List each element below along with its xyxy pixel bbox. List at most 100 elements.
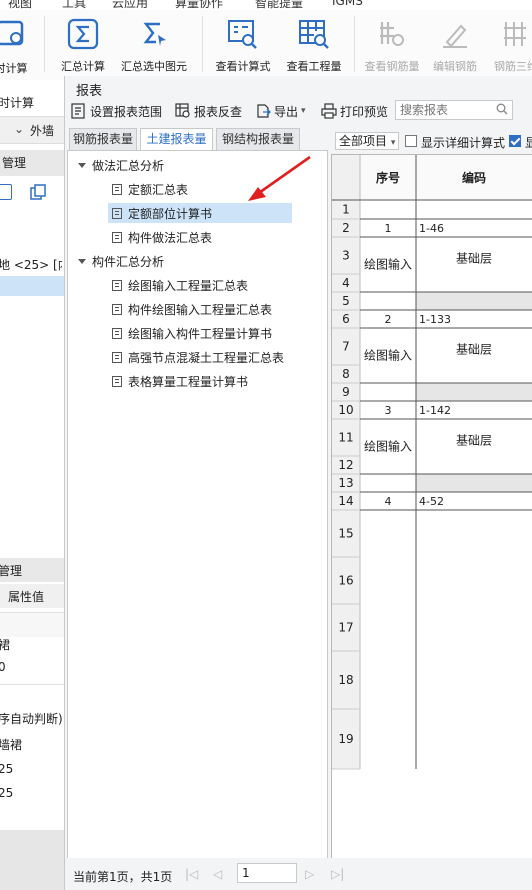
property-row[interactable]: 25 (0, 786, 62, 800)
table-row[interactable]: 6 2 1-133 (332, 310, 451, 328)
edit-rebar-icon (443, 24, 467, 48)
calc-button[interactable]: 时计算 (0, 10, 36, 78)
row-number: 3 (342, 249, 350, 263)
last-page-icon[interactable]: ▷| (331, 867, 344, 881)
view-rebar-icon (380, 22, 404, 46)
first-page-icon[interactable]: |◁ (185, 867, 198, 881)
tree-item[interactable]: 表格算量工程量计算书 (112, 371, 248, 391)
project-select[interactable]: 全部项目 ▾ (335, 132, 399, 150)
table-row[interactable]: 1 (332, 200, 360, 219)
sum-calc-button[interactable]: 汇总计算 (56, 10, 110, 78)
second-checkbox[interactable] (509, 135, 521, 147)
property-row[interactable]: 25 (0, 762, 62, 776)
view-quantity-icon (299, 20, 329, 49)
dialog-title: 报表 (76, 84, 103, 99)
floor-item[interactable]: 地 <25> [内 (0, 256, 62, 273)
table-header (332, 155, 532, 200)
report-doc-icon (112, 183, 122, 195)
property-row[interactable]: 墙裙 (0, 736, 62, 753)
row-number: 15 (338, 527, 353, 541)
show-detail-checkbox[interactable] (405, 135, 417, 147)
manage-title: 管理 (2, 156, 27, 170)
table-row[interactable]: 16 (332, 557, 360, 604)
tab-steel-report[interactable]: 钢结构报表量 (216, 128, 300, 150)
rebar-3d-icon (504, 22, 526, 46)
header-seq: 序号 (376, 170, 400, 185)
dropdown-arrow-icon: ▾ (390, 138, 396, 148)
menu-smart[interactable]: 智能提量 (255, 0, 303, 10)
table-row[interactable]: 15 (332, 510, 360, 557)
menu-igms[interactable]: IGMS (332, 0, 363, 8)
next-page-icon[interactable]: ▷ (305, 867, 314, 881)
tree-item[interactable]: 定额汇总表 (112, 179, 188, 199)
sigma-select-icon (143, 22, 166, 46)
table-row[interactable]: 18 (332, 651, 360, 709)
table-row[interactable]: 17 (332, 604, 360, 651)
table-row[interactable]: 7 (332, 328, 360, 365)
prev-page-icon[interactable]: ◁ (213, 867, 222, 881)
report-doc-icon (112, 207, 122, 219)
property-row[interactable]: 0 (0, 660, 62, 674)
view-quantity-button[interactable]: 查看工程量 (280, 10, 348, 78)
table-row[interactable]: 8 (332, 365, 360, 383)
cell-source: 绘图输入 (364, 257, 412, 272)
property-row[interactable]: 序自动判断) (0, 710, 62, 727)
cell-source: 绘图输入 (364, 348, 412, 363)
report-search-field[interactable] (395, 100, 513, 120)
tab-civil-report[interactable]: 土建报表量 (140, 128, 213, 151)
tree-item[interactable]: 高强节点混凝土工程量汇总表 (112, 347, 284, 367)
reverse-check-button[interactable]: 报表反查 (175, 102, 242, 120)
sum-selected-button[interactable]: 汇总选中图元 (116, 10, 192, 78)
collapse-icon[interactable] (78, 163, 86, 168)
ribbon: 时计算 汇总计算 汇总选中图元 查看计算式 查看工程量 (0, 10, 532, 81)
menu-collab[interactable]: 算量协作 (175, 0, 223, 10)
dialog-title-bar[interactable]: 报表 (65, 76, 532, 99)
cell-source: 绘图输入 (364, 439, 412, 454)
row-number: 16 (338, 574, 353, 588)
tree-item[interactable]: 绘图输入工程量汇总表 (112, 275, 248, 295)
page-info: 当前第1页，共1页 (73, 870, 173, 884)
table-row[interactable]: 10 3 1-142 (332, 401, 451, 419)
menu-tools[interactable]: 工具 (62, 0, 86, 10)
dropdown-arrow-icon: ▾ (301, 106, 306, 116)
page-input[interactable]: 1 (237, 863, 297, 883)
view-formula-button[interactable]: 查看计算式 (210, 10, 276, 78)
table-row[interactable]: 14 4 4-52 (332, 492, 444, 510)
table-row[interactable]: 19 (332, 709, 360, 769)
table-row[interactable]: 13 (332, 474, 532, 492)
table-row[interactable]: 2 1 1-46 (332, 219, 444, 237)
cell-floor: 基础层 (456, 343, 492, 357)
red-arrow-annotation (248, 155, 311, 201)
table-row[interactable]: 4 (332, 274, 360, 292)
table-row[interactable]: 9 (332, 383, 532, 401)
set-range-button[interactable]: 设置报表范围 (71, 102, 162, 120)
row-number: 17 (338, 621, 353, 635)
menu-cloud[interactable]: 云应用 (112, 0, 148, 10)
row-number: 14 (338, 494, 353, 508)
export-button[interactable]: 导出 ▾ (255, 102, 306, 120)
table-row[interactable]: 11 (332, 419, 360, 456)
copy-icon[interactable] (30, 184, 46, 200)
menu-view[interactable]: 视图 (8, 0, 32, 10)
property-row[interactable]: 裙 (0, 636, 62, 653)
tree-item[interactable]: 构件做法汇总表 (112, 227, 212, 247)
row-number: 9 (342, 385, 350, 399)
collapse-icon[interactable] (78, 259, 86, 264)
report-search-input[interactable] (396, 101, 494, 119)
table-row[interactable]: 3 (332, 237, 360, 274)
tab-rebar-report[interactable]: 钢筋报表量 (69, 128, 137, 150)
wall-dropdown[interactable]: 外墙 (30, 122, 64, 139)
table-row[interactable]: 12 (332, 456, 360, 474)
tree-group-component[interactable]: 构件汇总分析 (78, 253, 164, 270)
tree-item[interactable]: 构件绘图输入工程量汇总表 (112, 299, 272, 319)
tree-group-method[interactable]: 做法汇总分析 (78, 157, 164, 174)
table-row[interactable]: 5 (332, 292, 532, 310)
view-rebar-button: 查看钢筋量 (362, 10, 422, 78)
report-tree: 做法汇总分析 定额汇总表 定额部位计算书 构件做法汇总表 构件汇总分析 绘图输入… (67, 150, 328, 860)
print-preview-button[interactable]: 打印预览 (321, 102, 388, 120)
search-icon[interactable] (496, 103, 508, 115)
new-icon[interactable] (0, 184, 12, 200)
report-doc-icon (112, 351, 122, 363)
tree-item[interactable]: 绘图输入构件工程量计算书 (112, 323, 272, 343)
cell-code: 1-142 (419, 404, 451, 417)
